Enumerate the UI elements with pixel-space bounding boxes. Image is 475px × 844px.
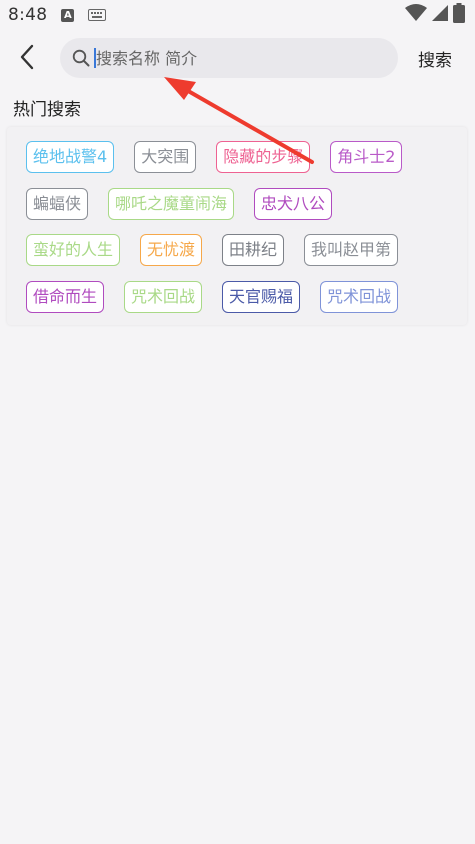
status-system-icons xyxy=(405,3,465,27)
hot-search-tag[interactable]: 大突围 xyxy=(134,141,197,173)
hot-search-tag[interactable]: 蛮好的人生 xyxy=(26,234,121,266)
hot-search-tag[interactable]: 无忧渡 xyxy=(140,234,203,266)
hot-tag-row: 借命而生 咒术回战 天官赐福 咒术回战 xyxy=(26,280,455,313)
hot-search-title: 热门搜索 xyxy=(13,100,81,120)
hot-search-tag[interactable]: 田耕纪 xyxy=(222,234,285,266)
hot-tag-row: 蛮好的人生 无忧渡 田耕纪 我叫赵甲第 xyxy=(26,234,455,266)
hot-tag-row: 蝙蝠侠 哪吒之魔童闹海 忠犬八公 xyxy=(26,187,455,220)
hot-search-tag[interactable]: 隐藏的步骤 xyxy=(216,141,311,173)
status-time: 8:48 xyxy=(8,5,48,25)
battery-icon xyxy=(453,3,465,27)
hot-search-panel: 绝地战警4 大突围 隐藏的步骤 角斗士2 蝙蝠侠 哪吒之魔童闹海 忠犬八公 蛮好的人生 无忧渡田… xyxy=(7,127,467,325)
signal-icon xyxy=(431,4,449,26)
search-header: 搜索 xyxy=(0,36,475,82)
search-box[interactable] xyxy=(60,38,398,78)
hot-search-tag[interactable]: 忠犬八公 xyxy=(254,187,333,220)
search-button[interactable]: 搜索 xyxy=(418,46,452,71)
search-icon xyxy=(72,48,92,68)
hot-search-tag[interactable]: 角斗士2 xyxy=(330,141,403,173)
keyboard-icon xyxy=(88,9,107,21)
hot-search-tag[interactable]: 我叫赵甲第 xyxy=(304,234,399,266)
ime-a-icon: A xyxy=(61,8,75,22)
hot-tag-row: 绝地战警4 大突围 隐藏的步骤 角斗士2 xyxy=(26,141,455,173)
status-notification-icons: A xyxy=(61,8,107,22)
back-button[interactable] xyxy=(10,42,44,76)
hot-search-tag[interactable]: 借命而生 xyxy=(26,280,105,313)
search-input[interactable] xyxy=(96,48,376,68)
hot-search-tag[interactable]: 咒术回战 xyxy=(320,280,399,313)
chevron-left-icon xyxy=(18,44,36,74)
hot-search-tag[interactable]: 蝙蝠侠 xyxy=(26,187,89,220)
wifi-icon xyxy=(405,4,427,26)
hot-search-tag[interactable]: 哪吒之魔童闹海 xyxy=(108,187,235,220)
hot-search-tag[interactable]: 绝地战警4 xyxy=(26,141,115,173)
hot-search-tag[interactable]: 天官赐福 xyxy=(222,280,301,313)
hot-search-tag[interactable]: 咒术回战 xyxy=(124,280,203,313)
status-bar: 8:48 A xyxy=(0,0,475,30)
